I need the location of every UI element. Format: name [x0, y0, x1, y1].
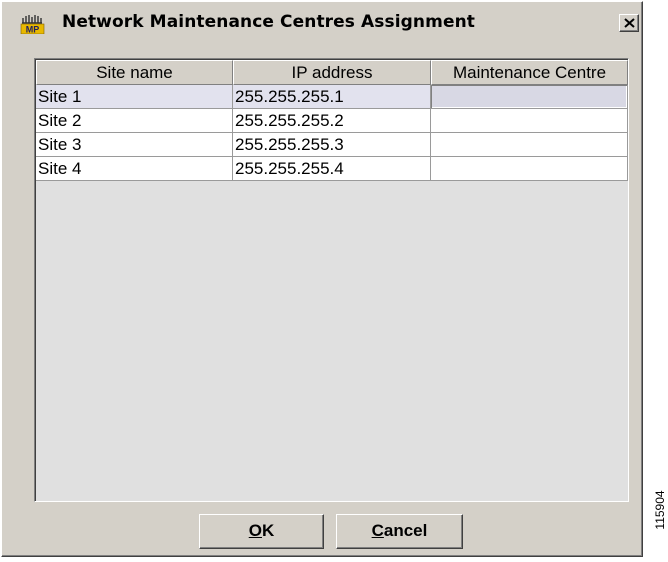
cancel-accelerator: C [371, 521, 384, 540]
site-name-cell[interactable]: Site 4 [36, 157, 233, 181]
maintenance-centres-dialog: MP Network Maintenance Centres Assignmen… [1, 1, 643, 557]
ok-button[interactable]: OK [199, 514, 324, 549]
site-name-cell[interactable]: Site 3 [36, 133, 233, 157]
figure-code: 115904 [653, 470, 667, 550]
sites-table-panel: Site name IP address Maintenance Centre … [34, 58, 629, 502]
table-row[interactable]: Site 3 255.255.255.3 [36, 133, 628, 157]
site-name-cell[interactable]: Site 1 [36, 85, 233, 109]
title-bar[interactable]: MP Network Maintenance Centres Assignmen… [4, 4, 640, 35]
site-name-cell[interactable]: Site 2 [36, 109, 233, 133]
ip-address-cell[interactable]: 255.255.255.3 [233, 133, 431, 157]
ok-label: K [261, 521, 275, 540]
svg-text:MP: MP [26, 25, 40, 35]
figure-code-text: 115904 [653, 490, 667, 530]
close-icon [624, 18, 635, 28]
table-row[interactable]: Site 4 255.255.255.4 [36, 157, 628, 181]
ip-address-cell[interactable]: 255.255.255.2 [233, 109, 431, 133]
maintenance-centre-cell[interactable] [431, 133, 628, 157]
table-row[interactable]: Site 2 255.255.255.2 [36, 109, 628, 133]
cancel-label: ancel [383, 521, 428, 540]
mp-app-icon: MP [20, 14, 46, 35]
table-row[interactable]: Site 1 255.255.255.1 [36, 85, 628, 109]
column-header-site-name[interactable]: Site name [36, 60, 233, 85]
column-header-maintenance-centre[interactable]: Maintenance Centre [431, 60, 628, 85]
maintenance-centre-cell[interactable] [431, 109, 628, 133]
close-button[interactable] [619, 14, 639, 32]
column-header-ip-address[interactable]: IP address [233, 60, 431, 85]
cancel-button[interactable]: Cancel [336, 514, 463, 549]
dialog-title: Network Maintenance Centres Assignment [62, 12, 476, 32]
ip-address-cell[interactable]: 255.255.255.1 [233, 85, 431, 109]
ok-accelerator: O [248, 521, 262, 540]
ip-address-cell[interactable]: 255.255.255.4 [233, 157, 431, 181]
table-header: Site name IP address Maintenance Centre [36, 60, 628, 85]
maintenance-centre-cell[interactable] [431, 157, 628, 181]
table-body: Site 1 255.255.255.1 Site 2 255.255.255.… [36, 85, 628, 181]
maintenance-centre-cell[interactable] [431, 85, 628, 109]
